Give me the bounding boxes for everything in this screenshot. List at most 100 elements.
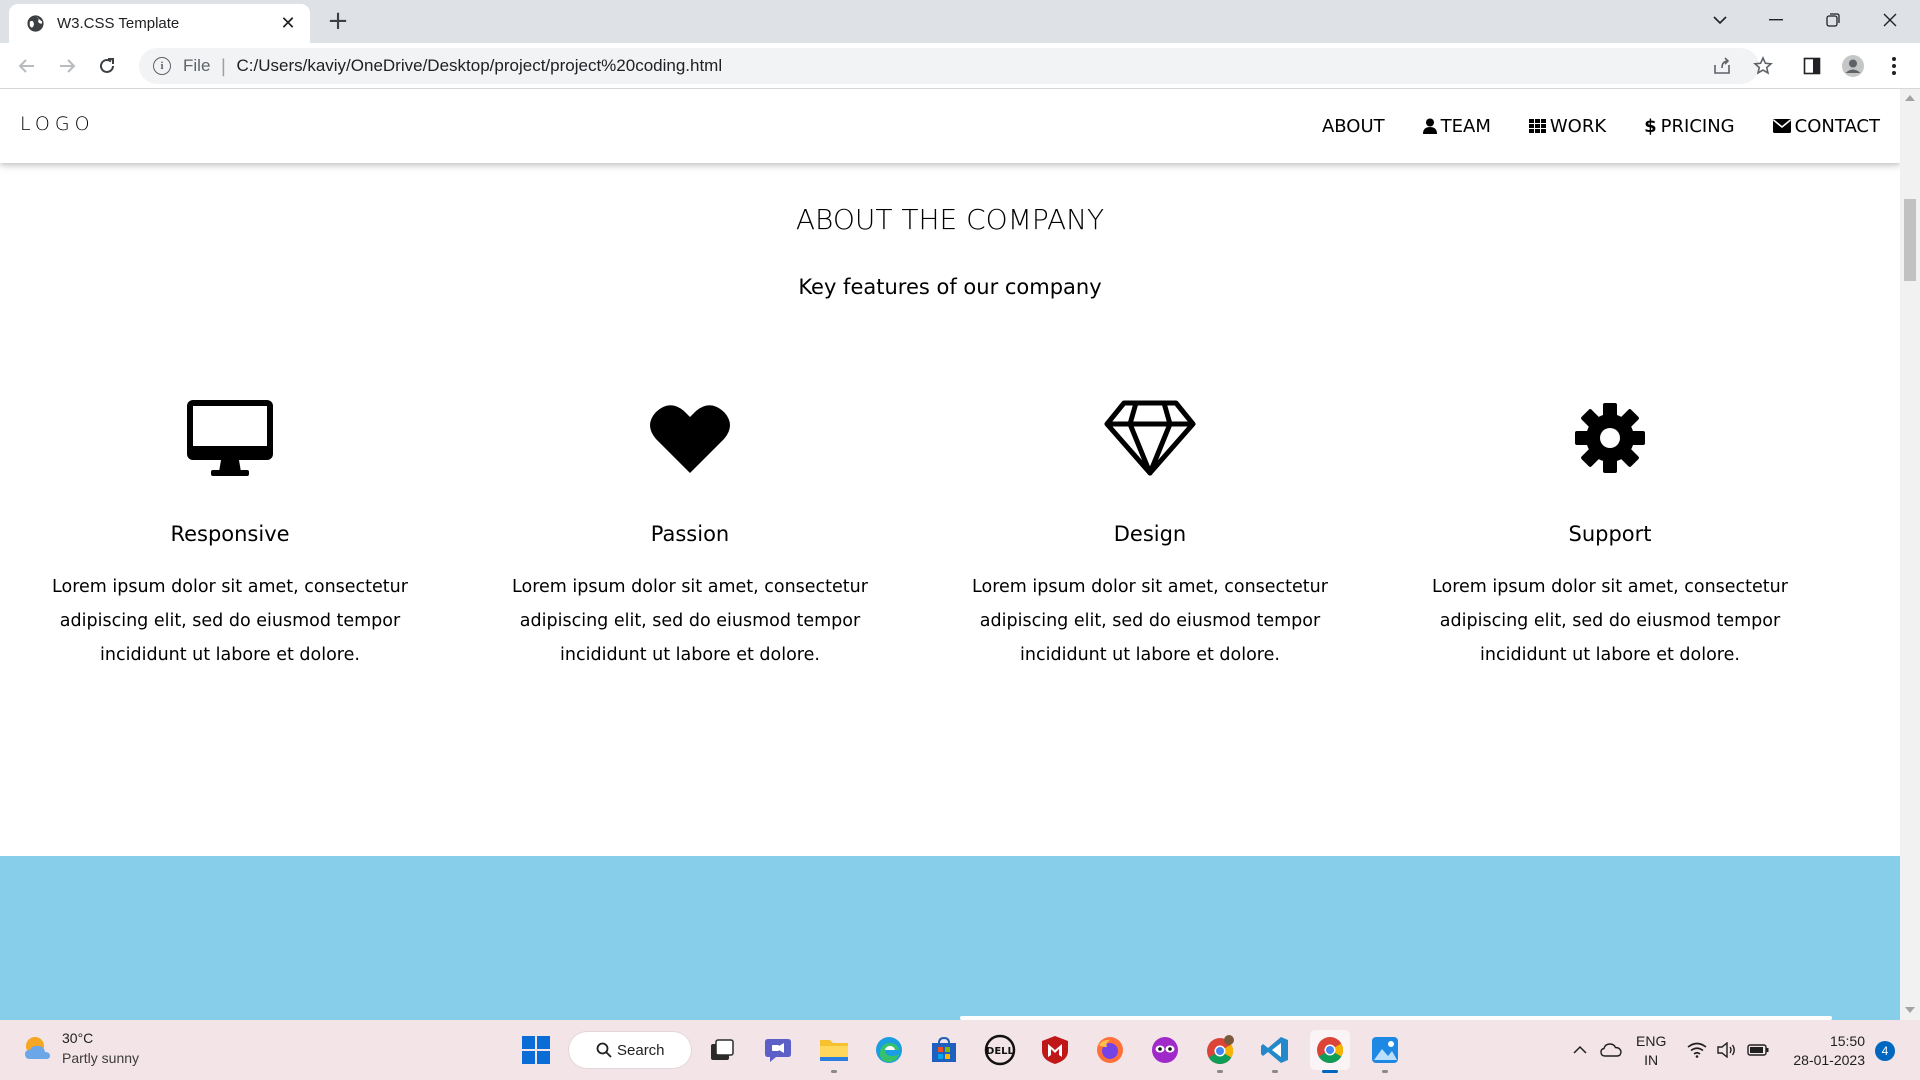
scroll-up-arrow-icon[interactable] <box>1905 95 1915 101</box>
url-scheme: File <box>183 56 211 75</box>
nav-item-contact[interactable]: CONTACT <box>1754 89 1880 163</box>
tab-search-button[interactable] <box>1692 0 1748 40</box>
about-section: ABOUT THE COMPANY Key features of our co… <box>0 163 1900 856</box>
back-button[interactable] <box>12 51 42 81</box>
nav-label: WORK <box>1549 115 1607 137</box>
input-language[interactable]: ENG IN <box>1636 1032 1666 1070</box>
about-subtitle: Key features of our company <box>798 275 1102 299</box>
mask-app-icon <box>1152 1037 1178 1063</box>
feature-desc: Lorem ipsum dolor sit amet, consectetur … <box>972 577 1328 665</box>
feature-name: Passion <box>650 522 730 546</box>
weather-temp: 30°C <box>62 1030 94 1046</box>
info-icon[interactable]: i <box>153 57 171 75</box>
minimize-icon <box>1769 19 1783 21</box>
profile-button[interactable] <box>1841 54 1865 78</box>
chrome-icon <box>1317 1037 1344 1064</box>
search-label: Search <box>617 1041 665 1059</box>
search-icon <box>596 1042 612 1058</box>
feature-responsive: Responsive Lorem ipsum dolor sit amet, c… <box>0 388 460 672</box>
user-icon <box>1422 118 1437 134</box>
game-app[interactable] <box>1145 1030 1185 1070</box>
chrome-profile-icon <box>1207 1035 1234 1065</box>
nav-item-about[interactable]: ABOUT <box>1303 89 1404 163</box>
feature-desc: Lorem ipsum dolor sit amet, consectetur … <box>1432 577 1788 665</box>
notification-badge[interactable]: 4 <box>1875 1041 1895 1061</box>
vscode-app[interactable] <box>1255 1030 1295 1073</box>
file-explorer-app[interactable] <box>814 1030 854 1073</box>
site-logo[interactable]: LOGO <box>20 113 95 135</box>
task-view-button[interactable] <box>702 1030 742 1070</box>
about-title: ABOUT THE COMPANY <box>795 203 1105 236</box>
dollar-icon: $ <box>1644 115 1657 137</box>
task-view-icon <box>711 1039 734 1060</box>
vertical-scrollbar[interactable] <box>1900 89 1920 1020</box>
side-panel-button[interactable] <box>1800 54 1824 78</box>
bookmark-button[interactable] <box>1751 54 1775 78</box>
cloud-icon <box>1600 1043 1622 1057</box>
photos-app[interactable] <box>1365 1030 1405 1073</box>
tab-close-icon[interactable]: ✕ <box>278 13 298 34</box>
star-icon <box>1753 56 1773 75</box>
battery-tray[interactable] <box>1745 1020 1771 1080</box>
scrollbar-thumb[interactable] <box>1904 199 1916 281</box>
tab-title: W3.CSS Template <box>57 15 180 32</box>
share-button[interactable] <box>1710 54 1734 78</box>
nav-item-pricing[interactable]: $ PRICING <box>1625 89 1754 163</box>
reload-button[interactable] <box>92 51 122 81</box>
heart-icon <box>460 388 920 488</box>
feature-desc: Lorem ipsum dolor sit amet, consectetur … <box>52 577 408 665</box>
browser-toolbar: i File | C:/Users/kaviy/OneDrive/Desktop… <box>0 43 1920 89</box>
chevron-down-icon <box>1713 16 1727 25</box>
firefox-app[interactable] <box>1090 1030 1130 1070</box>
onedrive-tray[interactable] <box>1598 1020 1624 1080</box>
wifi-tray[interactable] <box>1685 1020 1709 1080</box>
feature-support: Support Lorem ipsum dolor sit amet, cons… <box>1380 388 1840 672</box>
forward-button[interactable] <box>52 51 82 81</box>
arrow-right-icon <box>60 59 76 73</box>
blue-section <box>0 856 1900 1020</box>
feature-name: Responsive <box>170 522 290 546</box>
kebab-menu-icon <box>1892 57 1896 75</box>
chat-app[interactable] <box>758 1030 798 1070</box>
running-indicator <box>1272 1070 1278 1073</box>
start-button[interactable] <box>516 1030 556 1070</box>
close-window-button[interactable] <box>1862 0 1918 40</box>
nav-label: TEAM <box>1440 115 1491 137</box>
volume-tray[interactable] <box>1715 1020 1739 1080</box>
features-row: Responsive Lorem ipsum dolor sit amet, c… <box>0 388 1900 672</box>
avatar-icon <box>1842 55 1864 77</box>
taskbar-search[interactable]: Search <box>569 1032 691 1068</box>
mcafee-app[interactable] <box>1035 1030 1075 1070</box>
nav-item-team[interactable]: TEAM <box>1404 89 1510 163</box>
th-grid-icon <box>1528 119 1546 133</box>
nav-label: ABOUT <box>1321 115 1385 137</box>
url-separator: | <box>220 55 227 77</box>
scroll-down-arrow-icon[interactable] <box>1905 1007 1915 1013</box>
chrome-profile-app[interactable] <box>1200 1030 1240 1073</box>
store-app[interactable] <box>924 1030 964 1070</box>
menu-button[interactable] <box>1882 54 1906 78</box>
restore-button[interactable] <box>1805 0 1861 40</box>
edge-app[interactable] <box>869 1030 909 1070</box>
partly-sunny-icon <box>25 1037 50 1059</box>
browser-tab-strip: W3.CSS Template ✕ + <box>0 0 1920 43</box>
clock-date: 28-01-2023 <box>1793 1052 1865 1068</box>
show-hidden-icons-button[interactable] <box>1568 1020 1592 1080</box>
weather-widget[interactable]: 30°C Partly sunny <box>22 1028 139 1068</box>
dell-app[interactable]: DELL <box>980 1030 1020 1070</box>
feature-design: Design Lorem ipsum dolor sit amet, conse… <box>920 388 1380 672</box>
lang-bottom: IN <box>1644 1052 1659 1068</box>
new-tab-button[interactable]: + <box>324 8 352 36</box>
firefox-icon <box>1097 1037 1123 1063</box>
minimize-button[interactable] <box>1748 0 1804 40</box>
address-bar[interactable]: i File | C:/Users/kaviy/OneDrive/Desktop… <box>139 48 1759 84</box>
nav-label: CONTACT <box>1794 115 1880 137</box>
chrome-app[interactable] <box>1310 1030 1350 1073</box>
running-indicator <box>1382 1070 1388 1073</box>
clock[interactable]: 15:50 28-01-2023 <box>1785 1032 1865 1070</box>
nav-item-work[interactable]: WORK <box>1510 89 1625 163</box>
store-icon <box>932 1036 956 1062</box>
envelope-icon <box>1772 119 1791 133</box>
browser-tab[interactable]: W3.CSS Template ✕ <box>9 4 310 43</box>
lang-top: ENG <box>1636 1033 1667 1049</box>
